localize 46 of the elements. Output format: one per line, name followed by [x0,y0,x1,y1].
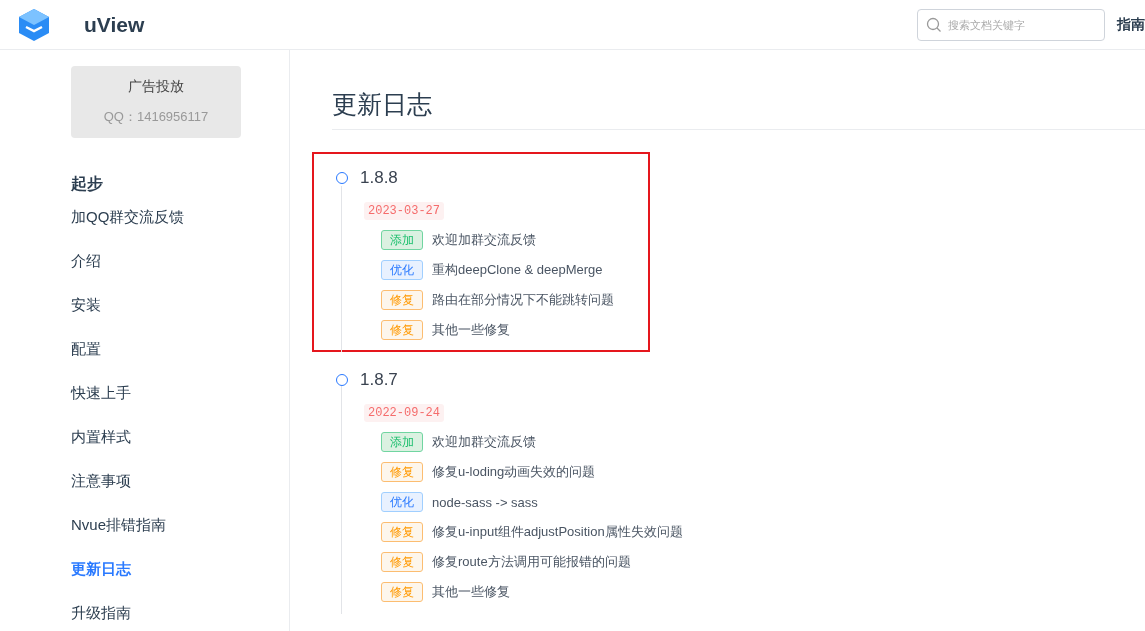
change-type-tag: 修复 [381,320,423,340]
change-text: 修复route方法调用可能报错的问题 [432,553,631,571]
timeline-dot [336,172,348,184]
change-text: 欢迎加群交流反馈 [432,433,536,451]
version-label: 1.8.7 [360,370,398,390]
sidebar-item[interactable]: 快速上手 [71,371,289,415]
change-type-tag: 优化 [381,492,423,512]
nav-link[interactable]: 指南 [1117,15,1145,34]
ad-contact: QQ：1416956117 [103,108,209,126]
timeline-dot [336,374,348,386]
change-type-tag: 修复 [381,290,423,310]
sidebar-item[interactable]: 介绍 [71,239,289,283]
ad-title: 广告投放 [128,78,184,96]
sidebar-item[interactable]: 注意事项 [71,459,289,503]
cube-logo-icon [16,6,52,43]
brand-name: uView [84,12,145,37]
change-text: 重构deepClone & deepMerge [432,261,603,279]
change-text: 修复u-input组件adjustPosition属性失效问题 [432,523,683,541]
sidebar-item[interactable]: 加QQ群交流反馈 [71,195,289,239]
change-type-tag: 修复 [381,582,423,602]
sidebar-heading: 起步 [71,174,104,194]
change-type-tag: 添加 [381,432,423,452]
change-type-tag: 添加 [381,230,423,250]
sidebar-item[interactable]: 更新日志 [71,547,289,591]
page-title: 更新日志 [332,88,1145,130]
change-type-tag: 修复 [381,462,423,482]
change-text: 其他一些修复 [432,583,510,601]
sidebar-item[interactable]: 安装 [71,283,289,327]
version-label: 1.8.8 [360,168,398,188]
release-date: 2023-03-27 [364,202,444,220]
sidebar-item[interactable]: 升级指南 [71,591,289,631]
search-field[interactable]: 搜索文档关键字 [917,8,1105,41]
search-icon [926,16,942,33]
change-type-tag: 修复 [381,552,423,572]
change-text: 修复u-loding动画失效的问题 [432,463,596,481]
ad-banner[interactable]: 广告投放 QQ：1416956117 [71,66,241,138]
change-text: node-sass -> sass [432,494,538,510]
sidebar-item[interactable]: 内置样式 [71,415,289,459]
change-type-tag: 优化 [381,260,423,280]
sidebar-item[interactable]: Nvue排错指南 [71,503,289,547]
change-text: 路由在部分情况下不能跳转问题 [432,291,614,309]
release-date: 2022-09-24 [364,404,444,422]
change-text: 欢迎加群交流反馈 [432,231,536,249]
sidebar-item[interactable]: 配置 [71,327,289,371]
change-text: 其他一些修复 [432,321,510,339]
change-type-tag: 修复 [381,522,423,542]
